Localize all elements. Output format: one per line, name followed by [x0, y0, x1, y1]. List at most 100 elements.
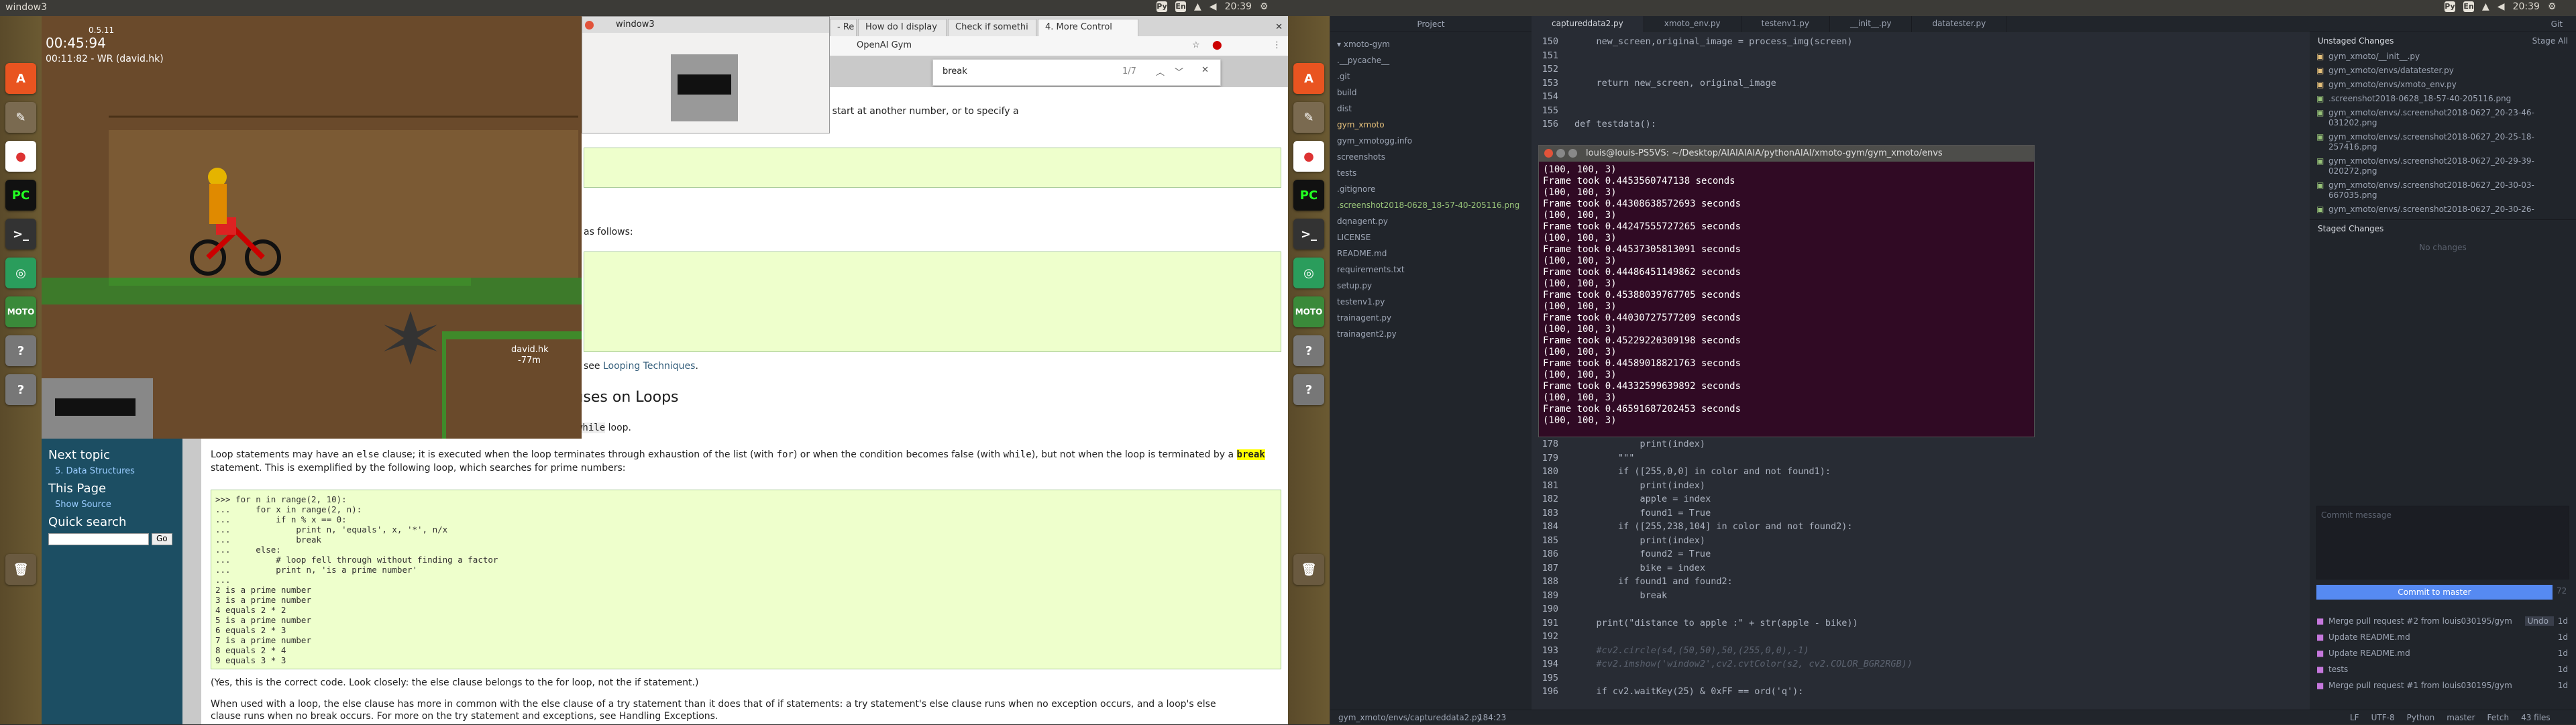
globe-icon[interactable]: ◎ — [5, 258, 36, 288]
window3[interactable]: window3 — [582, 16, 830, 133]
wifi-icon[interactable]: ▲ — [1194, 1, 1201, 12]
python-indicator-icon[interactable]: Py — [1157, 1, 1167, 12]
status-item[interactable]: Python — [2407, 710, 2435, 725]
terminal-close-icon[interactable] — [1544, 149, 1553, 158]
sound-icon-2[interactable]: ◀ — [2498, 1, 2505, 12]
tree-item[interactable]: trainagent.py — [1337, 310, 1525, 326]
keyboard-indicator-icon[interactable]: En — [1175, 1, 1186, 12]
tree-item[interactable]: .git — [1337, 68, 1525, 85]
chrome-icon[interactable]: ● — [5, 141, 36, 172]
tree-item[interactable]: gym_xmotogg.info — [1337, 133, 1525, 149]
browser-tab-2[interactable]: How do I display — [858, 19, 947, 36]
find-close-icon[interactable]: ✕ — [1201, 65, 1209, 75]
editor-tab[interactable]: xmoto_env.py — [1644, 16, 1741, 32]
editor-tab[interactable]: datatester.py — [1912, 16, 2007, 32]
tree-item[interactable]: README.md — [1337, 245, 1525, 262]
tree-item[interactable]: setup.py — [1337, 278, 1525, 294]
tree-item[interactable]: dist — [1337, 101, 1525, 117]
terminal-max-icon[interactable] — [1568, 149, 1577, 158]
help-icon-r[interactable]: ? — [1293, 335, 1324, 366]
status-item[interactable]: master — [2447, 710, 2475, 725]
tree-item[interactable]: .gitignore — [1337, 181, 1525, 197]
quick-search-input[interactable] — [48, 533, 149, 545]
go-button[interactable]: Go — [152, 533, 172, 545]
browser-tab-1[interactable]: - Re — [830, 19, 857, 36]
editor-tab[interactable]: captureddata2.py — [1532, 16, 1644, 32]
bookmark-openai-gym[interactable]: OpenAI Gym — [857, 40, 912, 50]
keyboard-indicator-icon-2[interactable]: En — [2463, 1, 2474, 12]
unstaged-file[interactable]: ▣ gym_xmoto/envs/datatester.py — [2310, 64, 2576, 78]
unstaged-file[interactable]: ▣ gym_xmoto/envs/xmoto_env.py — [2310, 78, 2576, 92]
commit-message-input[interactable]: Commit message — [2316, 506, 2569, 579]
commit-row[interactable]: ■ Merge pull request #1 from louis030195/… — [2310, 677, 2576, 693]
unstaged-file[interactable]: ▣ gym_xmoto/envs/.screenshot2018-0627_20-… — [2310, 154, 2576, 178]
help-icon[interactable]: ? — [5, 335, 36, 366]
tree-item[interactable]: screenshots — [1337, 149, 1525, 165]
sound-icon[interactable]: ◀ — [1210, 1, 1217, 12]
terminal-window[interactable]: louis@louis-PS5VS: ~/Desktop/AIAIAIAIA/p… — [1538, 145, 2035, 437]
window3-close-icon[interactable] — [585, 21, 594, 32]
terminal-icon[interactable]: >_ — [5, 219, 36, 249]
find-input[interactable]: break — [943, 66, 967, 76]
unstaged-file[interactable]: ▣ gym_xmoto/__init__.py — [2310, 50, 2576, 64]
tree-item[interactable]: gym_xmoto — [1337, 117, 1525, 133]
trash-icon[interactable]: 🗑 — [5, 554, 36, 585]
unstaged-file[interactable]: ▣ gym_xmoto/envs/.screenshot2018-0627_20-… — [2310, 106, 2576, 130]
commit-row[interactable]: ■ Update README.md 1d — [2310, 645, 2576, 661]
close-icon[interactable]: ✕ — [1270, 22, 1288, 36]
commit-row[interactable]: ■ Update README.md 1d — [2310, 629, 2576, 645]
status-item[interactable]: Fetch — [2487, 710, 2510, 725]
moto-icon-r[interactable]: MOTO — [1293, 296, 1324, 327]
undo-button[interactable]: Undo — [2524, 616, 2554, 626]
tree-item[interactable]: ▾ xmoto-gym — [1337, 36, 1525, 52]
globe-icon-r[interactable]: ◎ — [1293, 258, 1324, 288]
unstaged-file[interactable]: ▣ gym_xmoto/envs/.screenshot2018-0627_20-… — [2310, 178, 2576, 203]
tree-item[interactable]: requirements.txt — [1337, 262, 1525, 278]
tree-item[interactable]: .screenshot2018-0628_18-57-40-205116.png — [1337, 197, 1525, 213]
terminal-min-icon[interactable] — [1556, 149, 1565, 158]
editor-tab[interactable]: __init__.py — [1830, 16, 1913, 32]
tree-item[interactable]: .__pycache__ — [1337, 52, 1525, 68]
clock[interactable]: 20:39 — [1225, 1, 1252, 12]
star-icon[interactable]: ☆ — [1192, 40, 1200, 50]
looping-techniques-link[interactable]: Looping Techniques — [603, 361, 695, 372]
stage-all-button[interactable]: Stage All — [2532, 36, 2568, 46]
status-item[interactable]: LF — [2350, 710, 2359, 725]
help-icon-2[interactable]: ? — [5, 374, 36, 405]
browser-tab-4[interactable]: 4. More Control — [1038, 19, 1138, 36]
browser-tab-3[interactable]: Check if somethi — [948, 19, 1036, 36]
wifi-icon-2[interactable]: ▲ — [2482, 1, 2489, 12]
help-icon-r2[interactable]: ? — [1293, 374, 1324, 405]
tree-item[interactable]: testenv1.py — [1337, 294, 1525, 310]
tree-item[interactable]: LICENSE — [1337, 229, 1525, 245]
chrome-icon-r[interactable]: ● — [1293, 141, 1324, 172]
status-path[interactable]: gym_xmoto/envs/captureddata2.py — [1338, 710, 1482, 725]
ubuntu-software-icon-r[interactable]: A — [1293, 63, 1324, 94]
find-up-icon[interactable]: ︿ — [1156, 65, 1165, 78]
show-source-link[interactable]: Show Source — [55, 500, 176, 510]
commit-row[interactable]: ■ tests 1d — [2310, 661, 2576, 677]
status-cursor[interactable]: 184:23 — [1478, 710, 1506, 725]
tree-item[interactable]: tests — [1337, 165, 1525, 181]
moto-icon[interactable]: MOTO — [5, 296, 36, 327]
settings-icon[interactable]: ✎ — [5, 102, 36, 133]
tree-item[interactable]: dqnagent.py — [1337, 213, 1525, 229]
commit-button[interactable]: Commit to master — [2316, 585, 2553, 600]
python-indicator-icon-2[interactable]: Py — [2445, 1, 2455, 12]
clock-2[interactable]: 20:39 — [2513, 1, 2540, 12]
extension-icon[interactable]: ⬤ — [1212, 40, 1222, 50]
find-down-icon[interactable]: ﹀ — [1175, 65, 1183, 78]
unstaged-file[interactable]: ▣ gym_xmoto/envs/.screenshot2018-0627_20-… — [2310, 130, 2576, 154]
gear-icon-2[interactable]: ⚙ — [2548, 1, 2557, 12]
terminal-icon-r[interactable]: >_ — [1293, 219, 1324, 249]
status-item[interactable]: UTF-8 — [2371, 710, 2395, 725]
xmoto-game-window[interactable]: 0.5.11 00:45:94 00:11:82 - WR (david.hk)… — [42, 16, 582, 439]
settings-icon-r[interactable]: ✎ — [1293, 102, 1324, 133]
unstaged-file[interactable]: ▣ .screenshot2018-0628_18-57-40-205116.pn… — [2310, 92, 2576, 106]
pycharm-icon-r[interactable]: PC — [1293, 180, 1324, 211]
unstaged-file[interactable]: ▣ gym_xmoto/envs/.screenshot2018-0627_20-… — [2310, 203, 2576, 217]
tree-item[interactable]: trainagent2.py — [1337, 326, 1525, 342]
status-item[interactable]: 43 files — [2521, 710, 2551, 725]
next-topic-link[interactable]: 5. Data Structures — [55, 466, 176, 476]
commit-row[interactable]: ■ Merge pull request #2 from louis030195/… — [2310, 613, 2576, 629]
